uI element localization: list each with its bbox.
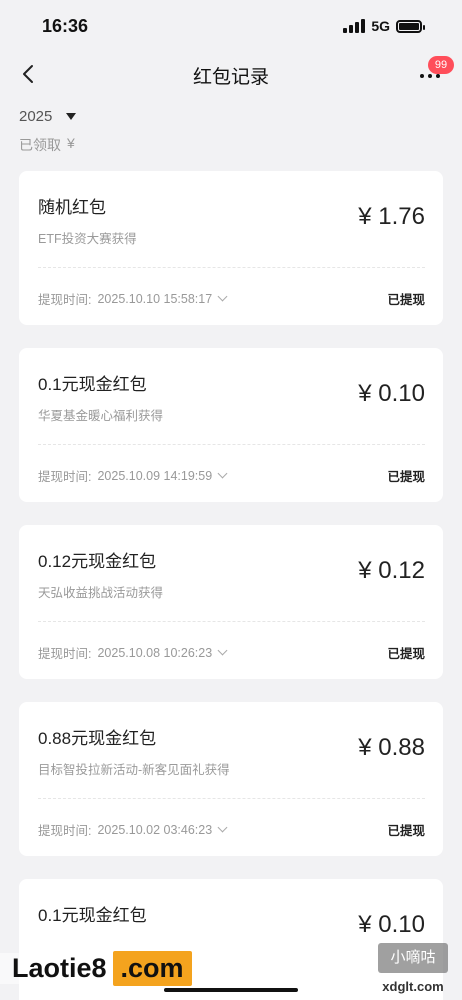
record-amount: ¥ 0.10 [358,911,425,938]
record-amount: ¥ 0.12 [358,557,425,584]
watermark-box: .com [112,951,192,986]
chevron-down-icon [217,468,228,479]
divider [38,621,425,622]
notification-badge: 99 [428,56,454,74]
withdraw-status: 已提现 [387,824,425,838]
record-footer: 提现时间: 2025.10.08 10:26:23 已提现 [38,643,425,662]
record-card[interactable]: 随机红包 ETF投资大赛获得 ¥ 1.76 提现时间: 2025.10.10 1… [19,171,443,325]
caret-down-icon [66,113,77,120]
watermark-logo: Laotie8 .com [0,951,192,986]
record-amount: ¥ 1.76 [358,203,425,230]
page-title: 红包记录 [192,66,269,88]
received-value: ¥ [67,135,75,151]
record-footer: 提现时间: 2025.10.02 03:46:23 已提现 [38,820,425,839]
received-label: 已领取 [19,137,61,153]
signal-icon [343,19,366,33]
record-list: 随机红包 ETF投资大赛获得 ¥ 1.76 提现时间: 2025.10.10 1… [0,171,462,1000]
withdraw-time-label: 提现时间: [38,470,92,484]
withdraw-status: 已提现 [387,647,425,661]
chevron-down-icon [217,645,228,656]
watermark-right: 小嘀咕 xdglt.com [378,943,448,994]
filter-section: 2025 已领取 ¥ [0,108,462,155]
watermark-text: Laotie8 [0,953,109,984]
year-label: 2025 [19,108,53,125]
chevron-down-icon [217,822,228,833]
withdraw-time: 2025.10.10 15:58:17 [97,291,213,306]
withdraw-time-toggle[interactable]: 提现时间: 2025.10.08 10:26:23 [38,643,228,662]
record-amount: ¥ 0.10 [358,380,425,407]
battery-icon [396,19,425,33]
network-label: 5G [371,18,390,34]
status-icons: 5G [343,18,425,34]
withdraw-status: 已提现 [387,293,425,307]
status-time: 16:36 [42,15,89,36]
record-footer: 提现时间: 2025.10.09 14:19:59 已提现 [38,466,425,485]
more-icon[interactable] [420,74,440,78]
withdraw-time: 2025.10.02 03:46:23 [97,822,213,837]
withdraw-time-toggle[interactable]: 提现时间: 2025.10.02 03:46:23 [38,820,228,839]
withdraw-time: 2025.10.08 10:26:23 [97,645,213,660]
divider [38,267,425,268]
home-indicator [164,988,298,992]
year-dropdown[interactable]: 2025 [19,108,443,125]
record-footer: 提现时间: 2025.10.10 15:58:17 已提现 [38,289,425,308]
divider [38,444,425,445]
withdraw-time: 2025.10.09 14:19:59 [97,468,213,483]
record-card[interactable]: 0.88元现金红包 目标智投拉新活动-新客见面礼获得 ¥ 0.88 提现时间: … [19,702,443,856]
withdraw-time-label: 提现时间: [38,293,92,307]
chevron-down-icon [217,291,228,302]
watermark-right-box: 小嘀咕 [378,943,448,973]
watermark-url: xdglt.com [382,979,444,994]
withdraw-time-label: 提现时间: [38,647,92,661]
status-bar: 16:36 5G [0,0,462,52]
record-card[interactable]: 0.12元现金红包 天弘收益挑战活动获得 ¥ 0.12 提现时间: 2025.1… [19,525,443,679]
record-card[interactable]: 0.1元现金红包 华夏基金暖心福利获得 ¥ 0.10 提现时间: 2025.10… [19,348,443,502]
nav-bar: 红包记录 99 [0,52,462,98]
withdraw-time-toggle[interactable]: 提现时间: 2025.10.09 14:19:59 [38,466,228,485]
record-amount: ¥ 0.88 [358,734,425,761]
divider [38,798,425,799]
withdraw-status: 已提现 [387,470,425,484]
received-summary: 已领取 ¥ [19,135,443,155]
withdraw-time-label: 提现时间: [38,824,92,838]
withdraw-time-toggle[interactable]: 提现时间: 2025.10.10 15:58:17 [38,289,228,308]
back-icon[interactable] [18,63,40,85]
